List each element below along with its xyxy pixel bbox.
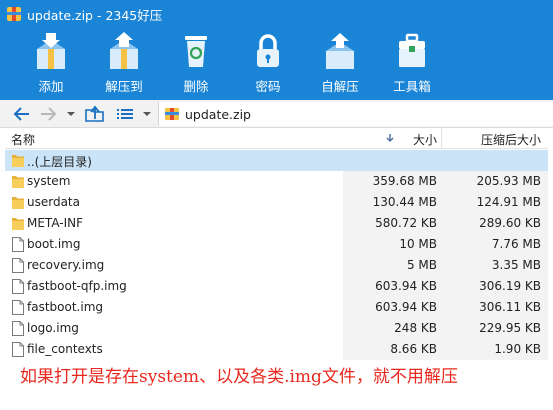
column-header-packed-size[interactable]: 压缩后大小	[445, 131, 545, 148]
self-extract-button[interactable]: 自解压	[307, 28, 373, 100]
parent-directory-row[interactable]: ..(上层目录)	[5, 150, 548, 171]
file-name: system	[27, 174, 71, 188]
file-name: recovery.img	[27, 258, 105, 272]
up-folder-icon	[85, 105, 104, 122]
file-icon	[11, 257, 25, 274]
file-row[interactable]: logo.img 248 KB 229.95 KB	[5, 318, 548, 339]
file-size: 248 KB	[394, 321, 437, 335]
password-label: 密码	[255, 79, 281, 94]
file-name: logo.img	[27, 321, 79, 335]
delete-button[interactable]: 删除	[163, 28, 229, 100]
file-size: 130.44 MB	[372, 195, 437, 209]
file-icon	[11, 320, 25, 337]
file-list-header: 名称 大小 压缩后大小	[5, 128, 548, 149]
file-packed-size: 124.91 MB	[476, 195, 541, 209]
file-icon	[11, 299, 25, 316]
toolbar: 添加 解压到 删除 密码 自解压 工具箱	[0, 28, 553, 100]
file-row[interactable]: file_contexts 8.66 KB 1.90 KB	[5, 339, 548, 360]
self-extract-icon	[326, 33, 354, 69]
file-size: 603.94 KB	[375, 279, 437, 293]
up-folder-button[interactable]	[84, 104, 106, 124]
file-row[interactable]: recovery.img 5 MB 3.35 MB	[5, 255, 548, 276]
file-packed-size: 229.95 KB	[479, 321, 541, 335]
file-size: 359.68 MB	[372, 174, 437, 188]
file-name: fastboot-qfp.img	[27, 279, 127, 293]
file-packed-size: 205.93 MB	[476, 174, 541, 188]
file-packed-size: 3.35 MB	[491, 258, 541, 272]
folder-icon	[11, 215, 25, 232]
recycle-bin-icon	[185, 36, 207, 67]
column-header-name[interactable]: 名称	[11, 131, 35, 148]
size-cell-background	[343, 150, 441, 171]
back-button[interactable]	[12, 104, 34, 124]
window-title: update.zip - 2345好压	[27, 7, 163, 23]
extract-to-label: 解压到	[105, 79, 143, 94]
back-arrow-icon	[13, 107, 29, 121]
delete-label: 删除	[183, 79, 209, 94]
file-packed-size: 1.90 KB	[494, 342, 541, 356]
annotation-text: 如果打开是存在system、以及各类.img文件，就不用解压	[20, 367, 458, 387]
file-row[interactable]: fastboot.img 603.94 KB 306.11 KB	[5, 297, 548, 318]
add-button[interactable]: 添加	[18, 28, 84, 100]
file-icon	[11, 278, 25, 295]
app-logo-icon	[6, 6, 22, 22]
file-row[interactable]: boot.img 10 MB 7.76 MB	[5, 234, 548, 255]
address-path: update.zip	[185, 106, 251, 122]
file-row[interactable]: fastboot-qfp.img 603.94 KB 306.19 KB	[5, 276, 548, 297]
file-name: ..(上层目录)	[27, 155, 92, 169]
forward-button[interactable]	[38, 104, 60, 124]
add-archive-icon	[37, 33, 65, 69]
file-packed-size: 306.11 KB	[479, 300, 541, 314]
extract-to-button[interactable]: 解压到	[91, 28, 157, 100]
column-header-size[interactable]: 大小	[349, 131, 441, 148]
folder-icon	[11, 173, 25, 190]
file-row[interactable]: system 359.68 MB 205.93 MB	[5, 171, 548, 192]
file-name: fastboot.img	[27, 300, 103, 314]
column-separator[interactable]	[441, 128, 442, 149]
toolbox-icon	[399, 33, 425, 67]
file-row[interactable]: userdata 130.44 MB 124.91 MB	[5, 192, 548, 213]
file-name: META-INF	[27, 216, 84, 230]
address-bar[interactable]: update.zip	[158, 102, 553, 126]
history-dropdown[interactable]	[64, 104, 78, 124]
add-label: 添加	[38, 79, 64, 94]
file-icon	[11, 341, 25, 358]
lock-icon	[257, 34, 279, 67]
zip-archive-icon	[165, 108, 179, 120]
chevron-down-icon	[67, 112, 75, 116]
forward-arrow-icon	[41, 107, 57, 121]
extract-to-icon	[110, 32, 138, 69]
view-mode-button[interactable]	[114, 104, 136, 124]
view-mode-dropdown[interactable]	[140, 104, 154, 124]
file-size: 8.66 KB	[390, 342, 437, 356]
toolbox-label: 工具箱	[393, 79, 431, 94]
password-button[interactable]: 密码	[235, 28, 301, 100]
file-name: userdata	[27, 195, 80, 209]
folder-icon	[11, 194, 25, 211]
file-size: 5 MB	[406, 258, 437, 272]
file-size: 10 MB	[399, 237, 437, 251]
file-size: 603.94 KB	[375, 300, 437, 314]
file-name: file_contexts	[27, 342, 103, 356]
toolbox-button[interactable]: 工具箱	[379, 28, 445, 100]
file-size: 580.72 KB	[375, 216, 437, 230]
file-packed-size: 289.60 KB	[479, 216, 541, 230]
file-packed-size: 7.76 MB	[491, 237, 541, 251]
folder-icon	[11, 152, 25, 169]
file-icon	[11, 236, 25, 253]
self-extract-label: 自解压	[321, 79, 359, 94]
file-row[interactable]: META-INF 580.72 KB 289.60 KB	[5, 213, 548, 234]
packed-size-cell-background	[441, 150, 548, 171]
list-view-icon	[117, 109, 133, 119]
window-title-row: update.zip - 2345好压	[0, 0, 553, 28]
file-name: boot.img	[27, 237, 81, 251]
chevron-down-icon	[143, 112, 151, 116]
file-packed-size: 306.19 KB	[479, 279, 541, 293]
title-bar: update.zip - 2345好压 添加 解压到 删除 密码 自解压 工具箱	[0, 0, 553, 100]
